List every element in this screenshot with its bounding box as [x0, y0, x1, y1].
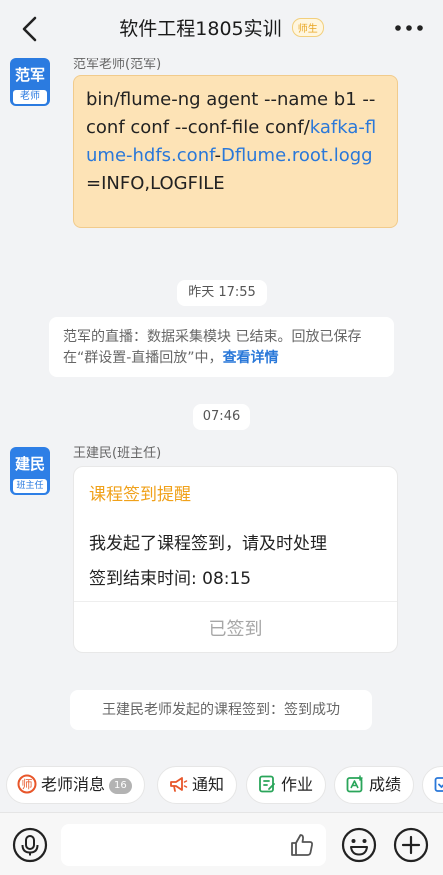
more-dots-icon — [395, 25, 423, 31]
more-chip[interactable] — [422, 766, 443, 804]
chip-label: 通知 — [192, 775, 225, 794]
avatar-jianmin[interactable]: 建民 班主任 — [10, 447, 50, 495]
chip-label: 作业 — [281, 775, 314, 794]
signin-card[interactable]: 课程签到提醒 我发起了课程签到，请及时处理 签到结束时间: 08:15 已签到 — [73, 466, 398, 653]
code-text-end: =INFO,LOGFILE — [86, 173, 225, 194]
thumbs-up-icon[interactable] — [288, 831, 316, 859]
view-details-link[interactable]: 查看详情 — [223, 350, 279, 366]
signin-success-notice: 王建民老师发起的课程签到：签到成功 — [70, 690, 372, 730]
live-end-notice: 范军的直播：数据采集模块 已结束。回放已保存在“群设置-直播回放”中，查看详情 — [49, 317, 394, 377]
signed-in-button[interactable]: 已签到 — [74, 615, 397, 641]
avatar-role: 老师 — [13, 90, 47, 104]
card-deadline: 签到结束时间: 08:15 — [89, 569, 252, 589]
homework-chip[interactable]: 作业 — [246, 766, 327, 804]
emoji-button[interactable] — [341, 827, 377, 863]
calendar-check-icon — [434, 776, 443, 792]
timestamp: 07:46 — [193, 404, 250, 430]
more-button[interactable] — [393, 16, 425, 40]
emoji-icon — [341, 827, 377, 863]
voice-button[interactable] — [12, 827, 48, 863]
grades-icon — [346, 774, 363, 792]
megaphone-icon — [170, 776, 188, 792]
message-input[interactable] — [61, 824, 326, 866]
teacher-messages-chip[interactable]: 师 老师消息 16 — [6, 766, 145, 804]
avatar-fanjun[interactable]: 范军 老师 — [10, 58, 50, 106]
sender-name: 王建民(班主任) — [73, 446, 162, 461]
chat-title-row: 软件工程1805实训 师生 — [0, 14, 443, 41]
role-badge: 师生 — [291, 18, 324, 37]
unread-count-badge: 16 — [109, 778, 132, 794]
chip-label: 老师消息 — [41, 775, 106, 794]
svg-text:师: 师 — [22, 778, 33, 791]
grades-chip[interactable]: 成绩 — [334, 766, 415, 804]
avatar-name: 建民 — [14, 455, 45, 473]
quick-action-bar: 师 老师消息 16 通知 作业 成绩 — [0, 762, 443, 808]
chat-header: 软件工程1805实训 师生 — [0, 0, 443, 58]
live-notice-text: 范军的直播：数据采集模块 已结束。回放已保存在“群设置-直播回放”中， — [63, 329, 362, 366]
chat-title: 软件工程1805实训 — [119, 18, 282, 40]
card-divider — [74, 601, 397, 602]
avatar-role: 班主任 — [13, 479, 47, 493]
plus-button[interactable] — [393, 827, 429, 863]
teacher-icon: 师 — [17, 774, 37, 793]
code-message-bubble[interactable]: bin/flume-ng agent --name b1 --conf conf… — [73, 75, 398, 228]
message-input-bar — [0, 812, 443, 875]
plus-icon — [393, 827, 429, 863]
card-body-line: 我发起了课程签到，请及时处理 — [89, 534, 327, 554]
microphone-icon — [12, 827, 48, 863]
homework-icon — [259, 775, 275, 792]
card-title: 课程签到提醒 — [89, 485, 191, 505]
avatar-name: 范军 — [14, 66, 45, 84]
timestamp: 昨天 17:55 — [177, 280, 267, 306]
notice-chip[interactable]: 通知 — [157, 766, 238, 804]
param-link[interactable]: Dflume.root.logg — [221, 145, 373, 166]
chip-label: 成绩 — [369, 775, 402, 794]
